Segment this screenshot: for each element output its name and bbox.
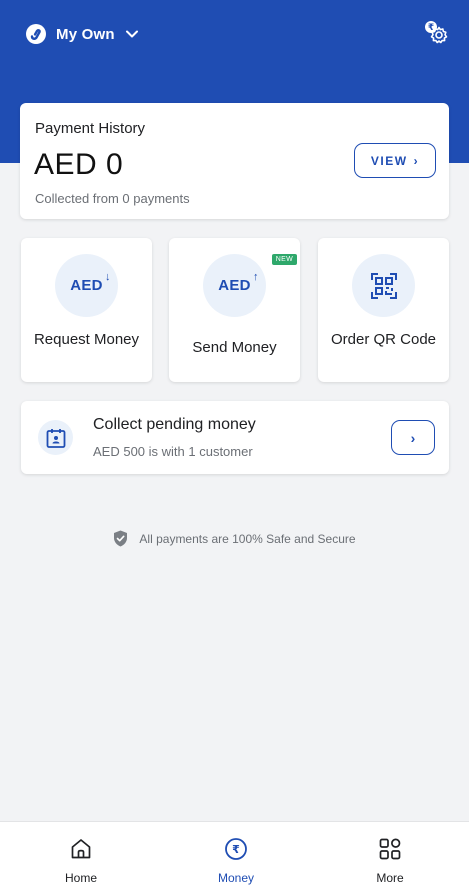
request-money-label: Request Money (33, 331, 140, 348)
nav-more[interactable]: More (330, 822, 450, 896)
rupee-circle-icon: ₹ (225, 838, 247, 860)
aed-icon-text: AED (70, 277, 103, 294)
jio-logo-icon (26, 24, 46, 44)
nav-home-label: Home (64, 871, 97, 885)
order-qr-code-label: Order QR Code (330, 331, 437, 348)
nav-money-label: Money (217, 871, 255, 885)
send-money-tile[interactable]: NEW AED ↑ Send Money (169, 238, 300, 382)
nav-money[interactable]: ₹ Money (176, 822, 296, 896)
collected-subtitle: Collected from 0 payments (35, 191, 190, 206)
payment-history-title: Payment History (35, 120, 146, 137)
pending-subtitle: AED 500 is with 1 customer (93, 444, 253, 459)
pending-next-button[interactable]: › (391, 420, 435, 455)
order-qr-code-tile[interactable]: Order QR Code (318, 238, 449, 382)
pending-title: Collect pending money (93, 416, 256, 433)
arrow-down-icon: ↓ (104, 271, 111, 283)
svg-text:₹: ₹ (428, 23, 434, 33)
calendar-icon (46, 428, 65, 448)
secure-note: All payments are 100% Safe and Secure (0, 530, 469, 547)
qr-code-icon (370, 272, 397, 299)
aed-down-arrow-icon: AED ↓ (55, 254, 118, 317)
view-button-label: VIEW (370, 153, 408, 168)
settings-button[interactable]: ₹ (424, 20, 450, 46)
home-icon (71, 839, 91, 859)
svg-text:₹: ₹ (232, 843, 240, 856)
calendar-person-icon (38, 420, 73, 455)
chevron-right-icon: › (413, 153, 420, 168)
aed-up-arrow-icon: AED ↑ (203, 254, 266, 317)
account-name: My Own (56, 25, 115, 43)
secure-text: All payments are 100% Safe and Secure (139, 531, 356, 546)
aed-icon-text: AED (218, 277, 251, 294)
collected-amount: AED 0 (34, 148, 124, 181)
nav-home[interactable]: Home (21, 822, 141, 896)
bottom-nav: Home ₹ Money More (0, 821, 469, 896)
grid-more-icon (379, 838, 401, 860)
send-money-label: Send Money (192, 339, 277, 356)
new-badge: NEW (271, 254, 297, 265)
qr-code-icon-wrap (352, 254, 415, 317)
shield-check-icon (114, 530, 128, 547)
nav-more-label: More (376, 871, 404, 885)
account-switcher[interactable]: My Own (26, 22, 139, 46)
collect-pending-card[interactable]: Collect pending money AED 500 is with 1 … (21, 401, 449, 474)
payment-history-card: Payment History AED 0 Collected from 0 p… (20, 103, 449, 219)
rupee-gear-settings-icon: ₹ (425, 21, 448, 44)
arrow-up-icon: ↑ (252, 271, 259, 283)
chevron-right-icon: › (410, 429, 416, 446)
chevron-down-icon (125, 30, 138, 38)
view-history-button[interactable]: VIEW › (354, 143, 436, 178)
request-money-tile[interactable]: AED ↓ Request Money (21, 238, 152, 382)
